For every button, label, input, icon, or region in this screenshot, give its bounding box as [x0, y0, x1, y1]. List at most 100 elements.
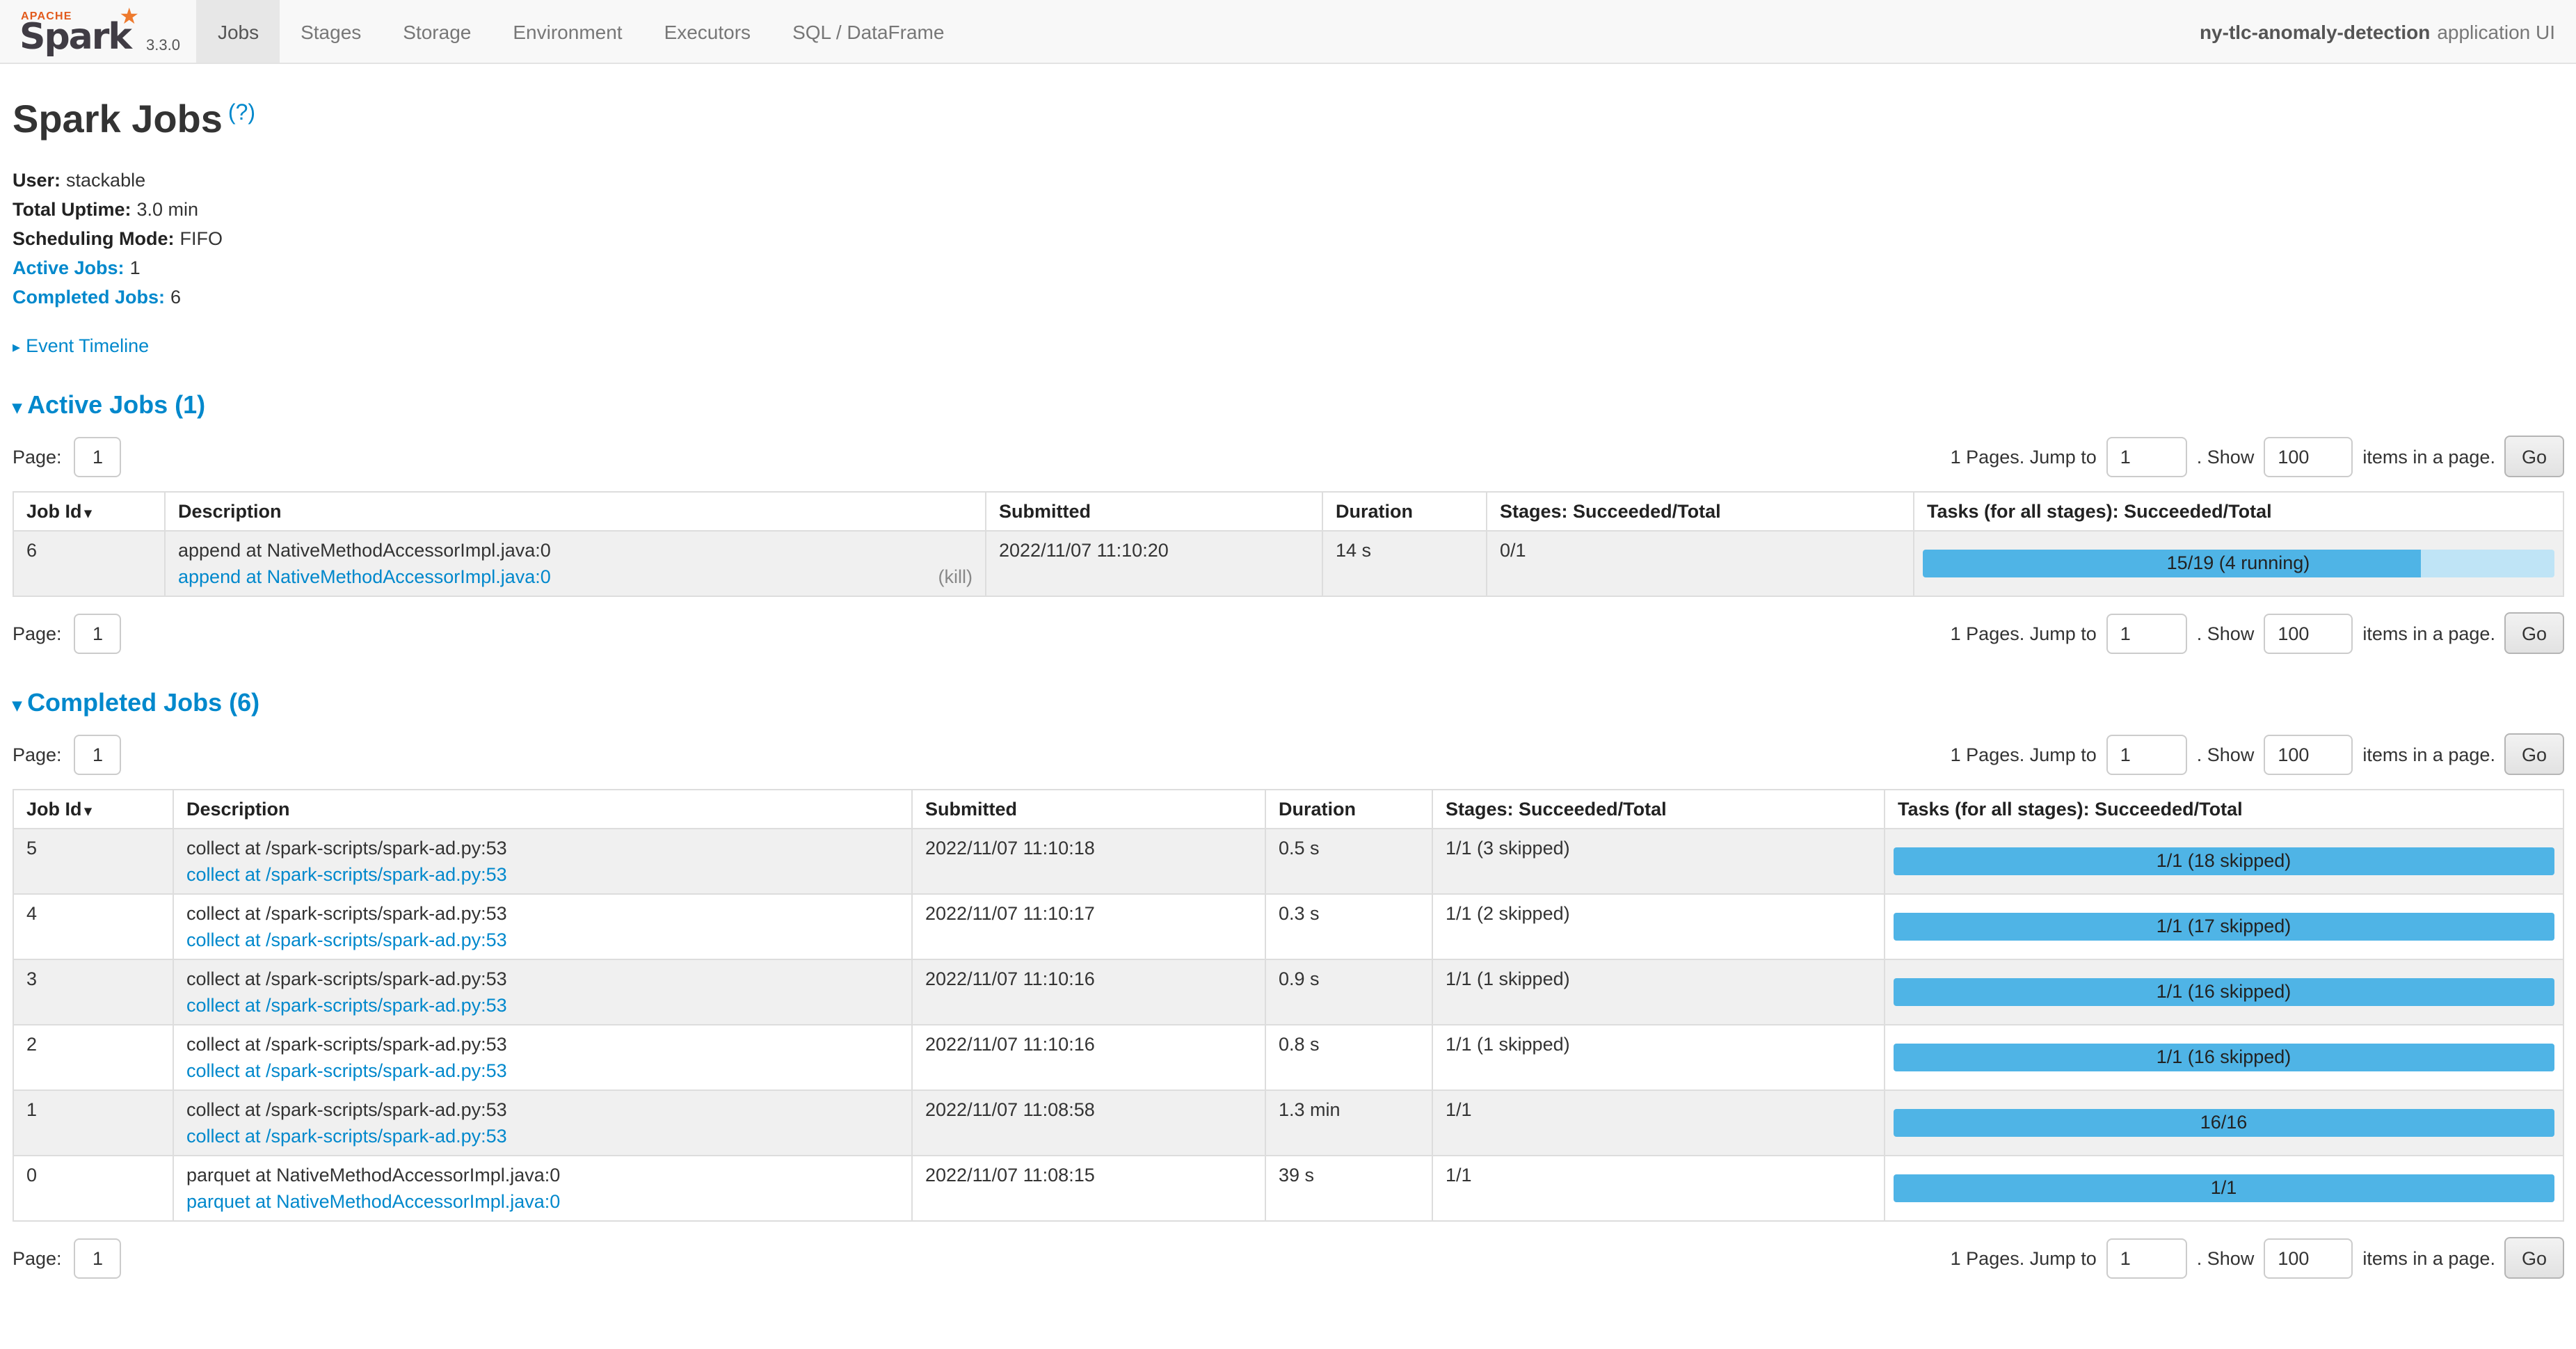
column-header-job-id[interactable]: Job Id▾	[13, 492, 165, 531]
tasks-cell: 1/1	[1885, 1156, 2563, 1221]
spark-logo-text: Spark	[19, 19, 131, 56]
column-header-job-id[interactable]: Job Id▾	[13, 790, 173, 829]
duration-cell: 0.3 s	[1265, 894, 1432, 959]
column-header-submitted[interactable]: Submitted	[986, 492, 1322, 531]
job-description-link[interactable]: collect at /spark-scripts/spark-ad.py:53	[186, 929, 507, 950]
nav-tab-executors[interactable]: Executors	[643, 0, 772, 63]
duration-cell: 14 s	[1322, 531, 1487, 596]
table-row: 1 collect at /spark-scripts/spark-ad.py:…	[13, 1090, 2563, 1156]
job-description-link[interactable]: collect at /spark-scripts/spark-ad.py:53	[186, 1060, 507, 1081]
collapse-down-icon: ▾	[13, 397, 22, 417]
submitted-cell: 2022/11/07 11:10:18	[912, 829, 1265, 894]
go-button[interactable]: Go	[2505, 733, 2563, 775]
navbar: APACHE ★ Spark 3.3.0 Jobs Stages Storage…	[0, 0, 2576, 64]
nav-tab-jobs[interactable]: Jobs	[197, 0, 280, 63]
spark-logo[interactable]: APACHE ★ Spark	[8, 0, 139, 63]
job-description-link[interactable]: append at NativeMethodAccessorImpl.java:…	[178, 566, 551, 587]
description-cell: append at NativeMethodAccessorImpl.java:…	[165, 531, 986, 596]
table-row: 0 parquet at NativeMethodAccessorImpl.ja…	[13, 1156, 2563, 1221]
job-description-link[interactable]: collect at /spark-scripts/spark-ad.py:53	[186, 1126, 507, 1147]
job-description-link[interactable]: collect at /spark-scripts/spark-ad.py:53	[186, 995, 507, 1016]
submitted-cell: 2022/11/07 11:10:20	[986, 531, 1322, 596]
page-number-input[interactable]	[74, 734, 122, 774]
nav-tab-stages[interactable]: Stages	[280, 0, 382, 63]
sort-desc-icon: ▾	[85, 804, 92, 820]
column-header-tasks[interactable]: Tasks (for all stages): Succeeded/Total	[1914, 492, 2563, 531]
show-items-input[interactable]	[2264, 734, 2353, 774]
column-header-description[interactable]: Description	[173, 790, 912, 829]
stages-cell: 1/1	[1432, 1156, 1885, 1221]
show-items-input[interactable]	[2264, 613, 2353, 653]
completed-jobs-link[interactable]: Completed Jobs:	[13, 287, 165, 308]
active-jobs-info: Active Jobs:1	[13, 253, 2563, 282]
table-row: 4 collect at /spark-scripts/spark-ad.py:…	[13, 894, 2563, 959]
apache-logo-text: APACHE	[21, 10, 72, 22]
description-cell: collect at /spark-scripts/spark-ad.py:53…	[173, 959, 912, 1025]
stages-cell: 1/1	[1432, 1090, 1885, 1156]
pagination-active-top: Page: 1 Pages. Jump to . Show items in a…	[13, 436, 2563, 477]
user-info: User:stackable	[13, 166, 2563, 195]
table-header-row: Job Id▾ Description Submitted Duration S…	[13, 492, 2563, 531]
main-content: Spark Jobs(?) User:stackable Total Uptim…	[0, 97, 2576, 1320]
column-header-submitted[interactable]: Submitted	[912, 790, 1265, 829]
sort-desc-icon: ▾	[85, 506, 92, 522]
description-cell: collect at /spark-scripts/spark-ad.py:53…	[173, 829, 912, 894]
column-header-stages[interactable]: Stages: Succeeded/Total	[1432, 790, 1885, 829]
duration-cell: 0.9 s	[1265, 959, 1432, 1025]
job-id-cell: 3	[13, 959, 173, 1025]
tasks-cell: 1/1 (18 skipped)	[1885, 829, 2563, 894]
tasks-progress-bar: 15/19 (4 running)	[1923, 550, 2554, 577]
jump-to-input[interactable]	[2106, 436, 2187, 477]
nav-tab-storage[interactable]: Storage	[382, 0, 492, 63]
job-description-link[interactable]: parquet at NativeMethodAccessorImpl.java…	[186, 1191, 560, 1212]
active-jobs-link[interactable]: Active Jobs:	[13, 257, 125, 278]
description-cell: collect at /spark-scripts/spark-ad.py:53…	[173, 1090, 912, 1156]
tasks-cell: 1/1 (16 skipped)	[1885, 959, 2563, 1025]
job-description: collect at /spark-scripts/spark-ad.py:53	[186, 1099, 899, 1120]
nav-tab-sql-dataframe[interactable]: SQL / DataFrame	[771, 0, 965, 63]
jump-to-input[interactable]	[2106, 613, 2187, 653]
go-button[interactable]: Go	[2505, 1237, 2563, 1279]
progress-label: 16/16	[1894, 1109, 2554, 1137]
progress-label: 1/1 (18 skipped)	[1894, 847, 2554, 875]
table-row: 2 collect at /spark-scripts/spark-ad.py:…	[13, 1025, 2563, 1090]
pagination-active-bottom: Page: 1 Pages. Jump to . Show items in a…	[13, 612, 2563, 654]
tasks-cell: 1/1 (16 skipped)	[1885, 1025, 2563, 1090]
page-title: Spark Jobs(?)	[13, 97, 2563, 142]
jump-to-input[interactable]	[2106, 1238, 2187, 1278]
job-description-link[interactable]: collect at /spark-scripts/spark-ad.py:53	[186, 864, 507, 885]
show-items-input[interactable]	[2264, 1238, 2353, 1278]
submitted-cell: 2022/11/07 11:10:16	[912, 1025, 1265, 1090]
tasks-progress-bar: 1/1 (16 skipped)	[1894, 978, 2554, 1006]
table-row: 3 collect at /spark-scripts/spark-ad.py:…	[13, 959, 2563, 1025]
progress-label: 15/19 (4 running)	[1923, 550, 2554, 577]
progress-label: 1/1 (16 skipped)	[1894, 978, 2554, 1006]
show-items-input[interactable]	[2264, 436, 2353, 477]
table-header-row: Job Id▾ Description Submitted Duration S…	[13, 790, 2563, 829]
event-timeline-toggle[interactable]: ▸Event Timeline	[13, 335, 2563, 356]
completed-jobs-section-header[interactable]: ▾Completed Jobs (6)	[13, 689, 2563, 718]
page-number-input[interactable]	[74, 436, 122, 477]
go-button[interactable]: Go	[2505, 612, 2563, 654]
active-jobs-section-header[interactable]: ▾Active Jobs (1)	[13, 391, 2563, 420]
duration-cell: 1.3 min	[1265, 1090, 1432, 1156]
page-number-input[interactable]	[74, 1238, 122, 1278]
uptime-info: Total Uptime:3.0 min	[13, 195, 2563, 224]
job-id-cell: 0	[13, 1156, 173, 1221]
kill-link[interactable]: (kill)	[938, 566, 973, 587]
collapse-down-icon: ▾	[13, 694, 22, 715]
column-header-duration[interactable]: Duration	[1265, 790, 1432, 829]
column-header-duration[interactable]: Duration	[1322, 492, 1487, 531]
go-button[interactable]: Go	[2505, 436, 2563, 477]
page-number-input[interactable]	[74, 613, 122, 653]
column-header-stages[interactable]: Stages: Succeeded/Total	[1487, 492, 1914, 531]
column-header-tasks[interactable]: Tasks (for all stages): Succeeded/Total	[1885, 790, 2563, 829]
job-description: collect at /spark-scripts/spark-ad.py:53	[186, 903, 899, 924]
help-link[interactable]: (?)	[228, 102, 255, 125]
job-id-cell: 2	[13, 1025, 173, 1090]
summary-info: User:stackable Total Uptime:3.0 min Sche…	[13, 166, 2563, 312]
nav-tab-environment[interactable]: Environment	[492, 0, 643, 63]
jump-to-input[interactable]	[2106, 734, 2187, 774]
expand-right-icon: ▸	[13, 340, 20, 356]
column-header-description[interactable]: Description	[165, 492, 986, 531]
